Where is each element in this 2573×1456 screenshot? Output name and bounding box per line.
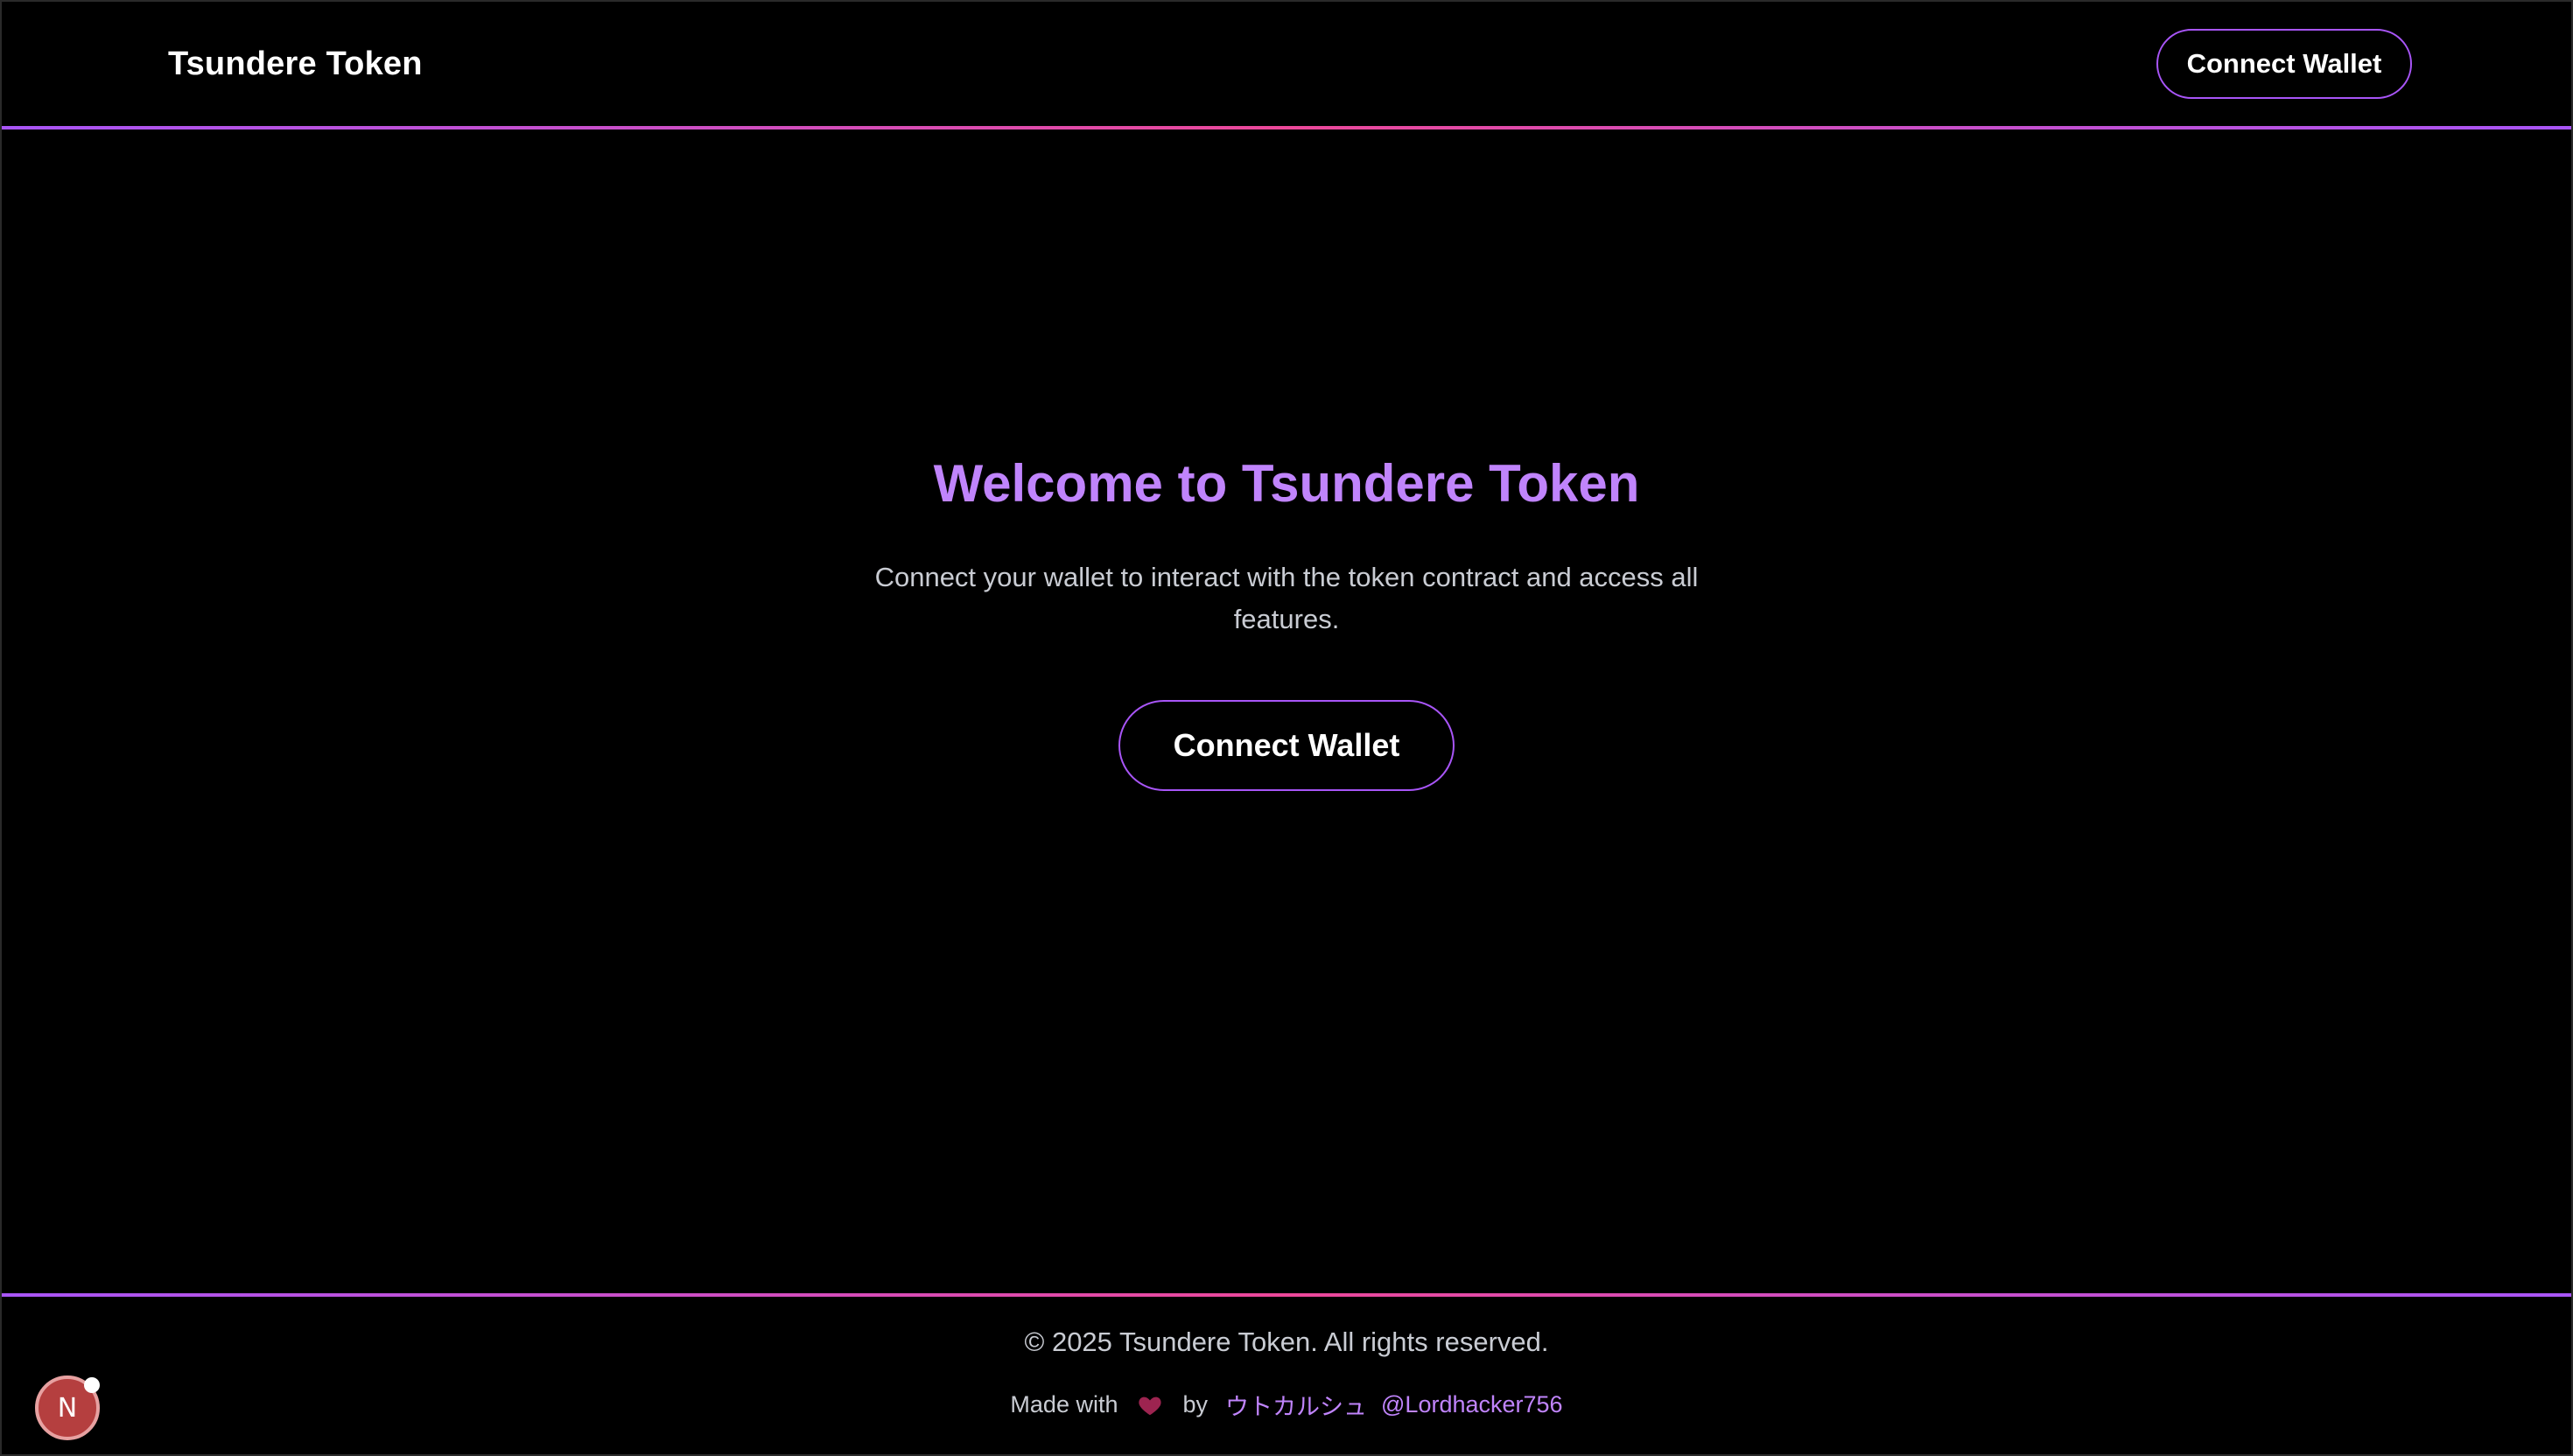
made-with-label: Made with [1010, 1391, 1118, 1418]
dev-badge-indicator [84, 1377, 100, 1393]
hero-title: Welcome to Tsundere Token [933, 454, 1640, 513]
made-with-line: Made with by ウトカルシュ @Lordhacker756 [2, 1388, 2571, 1422]
copyright-text: © 2025 Tsundere Token. All rights reserv… [1024, 1326, 1549, 1357]
heart-icon [1137, 1392, 1163, 1418]
site-header: Tsundere Token Connect Wallet [2, 2, 2571, 126]
hero-connect-wallet-button[interactable]: Connect Wallet [1118, 700, 1455, 791]
by-label: by [1182, 1391, 1209, 1418]
brand-title[interactable]: Tsundere Token [168, 46, 423, 83]
site-footer: © 2025 Tsundere Token. All rights reserv… [2, 1297, 2571, 1456]
header-connect-wallet-button[interactable]: Connect Wallet [2156, 29, 2412, 99]
hero-section: Welcome to Tsundere Token Connect your w… [2, 130, 2571, 1293]
author-jp-link[interactable]: ウトカルシュ [1225, 1388, 1367, 1422]
author-handle-link[interactable]: @Lordhacker756 [1381, 1391, 1563, 1418]
hero-description: Connect your wallet to interact with the… [874, 562, 1699, 634]
